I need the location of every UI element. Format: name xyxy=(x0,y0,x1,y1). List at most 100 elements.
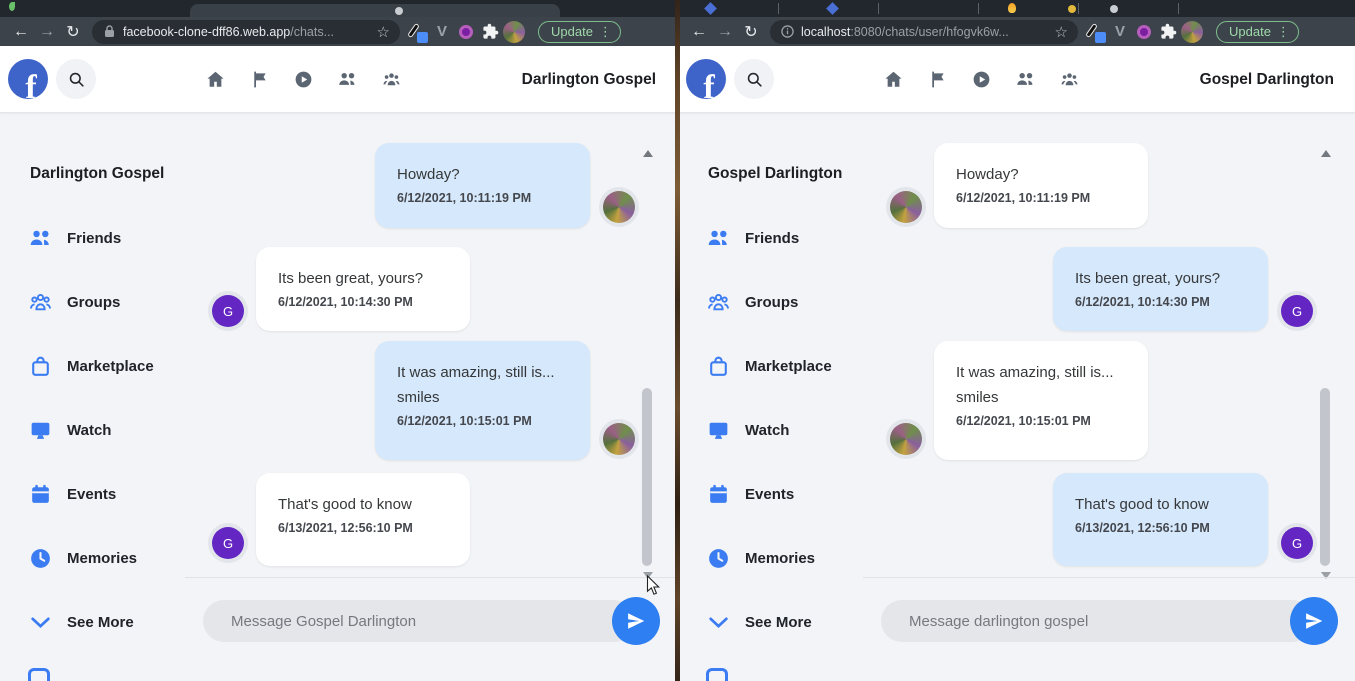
search-button[interactable] xyxy=(734,59,774,99)
message-timestamp: 6/13/2021, 12:56:10 PM xyxy=(1075,521,1210,535)
sidebar-item-marketplace[interactable]: Marketplace xyxy=(706,351,866,381)
profile-avatar[interactable] xyxy=(1180,20,1204,44)
message-text: Howday? xyxy=(956,166,1019,183)
avatar xyxy=(599,419,639,459)
purple-extension-icon[interactable] xyxy=(454,20,478,44)
sidebar-item-groups[interactable]: Groups xyxy=(28,287,188,317)
facebook-logo[interactable]: f xyxy=(686,59,726,99)
address-bar[interactable]: facebook-clone-dff86.web.app/chats... ☆ xyxy=(92,19,400,44)
sidebar-item-see-more[interactable]: See More xyxy=(706,607,866,637)
sidebar-item-watch[interactable]: Watch xyxy=(706,415,866,445)
refresh-button[interactable]: ↻ xyxy=(60,19,86,45)
sidebar-item-events[interactable]: Events xyxy=(706,479,866,509)
search-button[interactable] xyxy=(56,59,96,99)
scrollbar-up-arrow[interactable] xyxy=(643,150,653,157)
sidebar-item-memories[interactable]: Memories xyxy=(28,543,188,573)
message-text: That's good to know xyxy=(278,496,412,513)
info-icon xyxy=(780,25,794,39)
events-icon xyxy=(706,482,731,507)
groups-icon xyxy=(28,290,53,315)
back-button[interactable]: ← xyxy=(8,19,34,45)
scrollbar-up-arrow[interactable] xyxy=(1321,150,1331,157)
color-picker-extension-icon[interactable] xyxy=(1084,20,1108,44)
message-text: Its been great, yours? xyxy=(278,270,424,287)
friends-icon[interactable] xyxy=(1015,69,1036,90)
groups-icon xyxy=(706,290,731,315)
bookmark-star-icon[interactable]: ☆ xyxy=(377,23,390,41)
message-bubble: That's good to know 6/13/2021, 12:56:10 … xyxy=(256,473,470,566)
tab-favicon xyxy=(826,2,839,15)
flag-icon[interactable] xyxy=(927,69,948,90)
back-button[interactable]: ← xyxy=(686,19,712,45)
send-button[interactable] xyxy=(612,597,660,645)
groups-icon[interactable] xyxy=(381,69,402,90)
tab-favicon xyxy=(704,2,717,15)
sidebar-item-marketplace[interactable]: Marketplace xyxy=(28,351,188,381)
forward-button[interactable]: → xyxy=(712,19,738,45)
message-input[interactable] xyxy=(881,600,1313,642)
url-host: localhost xyxy=(801,24,851,39)
header-profile-name: Darlington Gospel xyxy=(521,70,656,88)
sidebar-item-watch[interactable]: Watch xyxy=(28,415,188,445)
browser-tab-strip[interactable] xyxy=(678,0,1355,17)
message-timestamp: 6/12/2021, 10:14:30 PM xyxy=(1075,295,1210,309)
composer-divider xyxy=(185,577,677,578)
facebook-logo[interactable]: f xyxy=(8,59,48,99)
page-content: Darlington Gospel Friends Groups Marketp… xyxy=(0,113,677,681)
vimium-extension-icon[interactable]: V xyxy=(1108,20,1132,44)
browser-tab-strip[interactable] xyxy=(0,0,677,17)
message-timestamp: 6/12/2021, 10:11:19 PM xyxy=(956,191,1091,205)
tab-favicon xyxy=(1008,3,1016,13)
video-icon[interactable] xyxy=(971,69,992,90)
message-bubble: That's good to know 6/13/2021, 12:56:10 … xyxy=(1053,473,1268,566)
extensions-puzzle-icon[interactable] xyxy=(1156,20,1180,44)
sidebar-item-friends[interactable]: Friends xyxy=(28,223,188,253)
message-text: Howday? xyxy=(397,166,460,183)
message-input[interactable] xyxy=(203,600,635,642)
sidebar-item-friends[interactable]: Friends xyxy=(706,223,866,253)
header-nav xyxy=(205,69,402,90)
sidebar-item-groups[interactable]: Groups xyxy=(706,287,866,317)
flag-icon[interactable] xyxy=(249,69,270,90)
sidebar-item-partial-icon xyxy=(706,668,728,681)
sidebar-item-memories[interactable]: Memories xyxy=(706,543,866,573)
sidebar-item-see-more[interactable]: See More xyxy=(28,607,188,637)
video-icon[interactable] xyxy=(293,69,314,90)
friends-icon[interactable] xyxy=(337,69,358,90)
send-button[interactable] xyxy=(1290,597,1338,645)
chevron-down-icon xyxy=(706,610,731,635)
purple-extension-icon[interactable] xyxy=(1132,20,1156,44)
update-button[interactable]: Update ⋮ xyxy=(538,20,621,43)
vimium-extension-icon[interactable]: V xyxy=(430,20,454,44)
groups-icon[interactable] xyxy=(1059,69,1080,90)
message-text: That's good to know xyxy=(1075,496,1209,513)
color-picker-extension-icon[interactable] xyxy=(406,20,430,44)
friends-icon xyxy=(28,226,53,251)
refresh-button[interactable]: ↻ xyxy=(738,19,764,45)
profile-avatar[interactable] xyxy=(502,20,526,44)
update-button[interactable]: Update ⋮ xyxy=(1216,20,1299,43)
search-icon xyxy=(69,72,84,87)
sidebar-item-events[interactable]: Events xyxy=(28,479,188,509)
scrollbar-thumb[interactable] xyxy=(642,388,652,566)
address-bar[interactable]: localhost:8080/chats/user/hfogvk6w... ☆ xyxy=(770,19,1078,44)
extensions-puzzle-icon[interactable] xyxy=(478,20,502,44)
composer-divider xyxy=(863,577,1355,578)
watch-icon xyxy=(28,418,53,443)
message-timestamp: 6/12/2021, 10:15:01 PM xyxy=(397,414,532,428)
avatar: G xyxy=(1277,523,1317,563)
message-bubble: Howday? 6/12/2021, 10:11:19 PM xyxy=(375,143,590,228)
menu-kebab-icon: ⋮ xyxy=(598,23,612,39)
home-icon[interactable] xyxy=(205,69,226,90)
header-profile-name: Gospel Darlington xyxy=(1199,70,1334,88)
bookmark-star-icon[interactable]: ☆ xyxy=(1055,23,1068,41)
marketplace-icon xyxy=(706,354,731,379)
home-icon[interactable] xyxy=(883,69,904,90)
avatar: G xyxy=(208,523,248,563)
browser-tab[interactable] xyxy=(190,4,560,17)
message-bubble: Howday? 6/12/2021, 10:11:19 PM xyxy=(934,143,1148,228)
scrollbar-thumb[interactable] xyxy=(1320,388,1330,566)
app-header: f Gospel Darlington xyxy=(678,46,1355,113)
url-path: :8080/chats/user/hfogvk6w... xyxy=(850,24,1009,39)
forward-button[interactable]: → xyxy=(34,19,60,45)
